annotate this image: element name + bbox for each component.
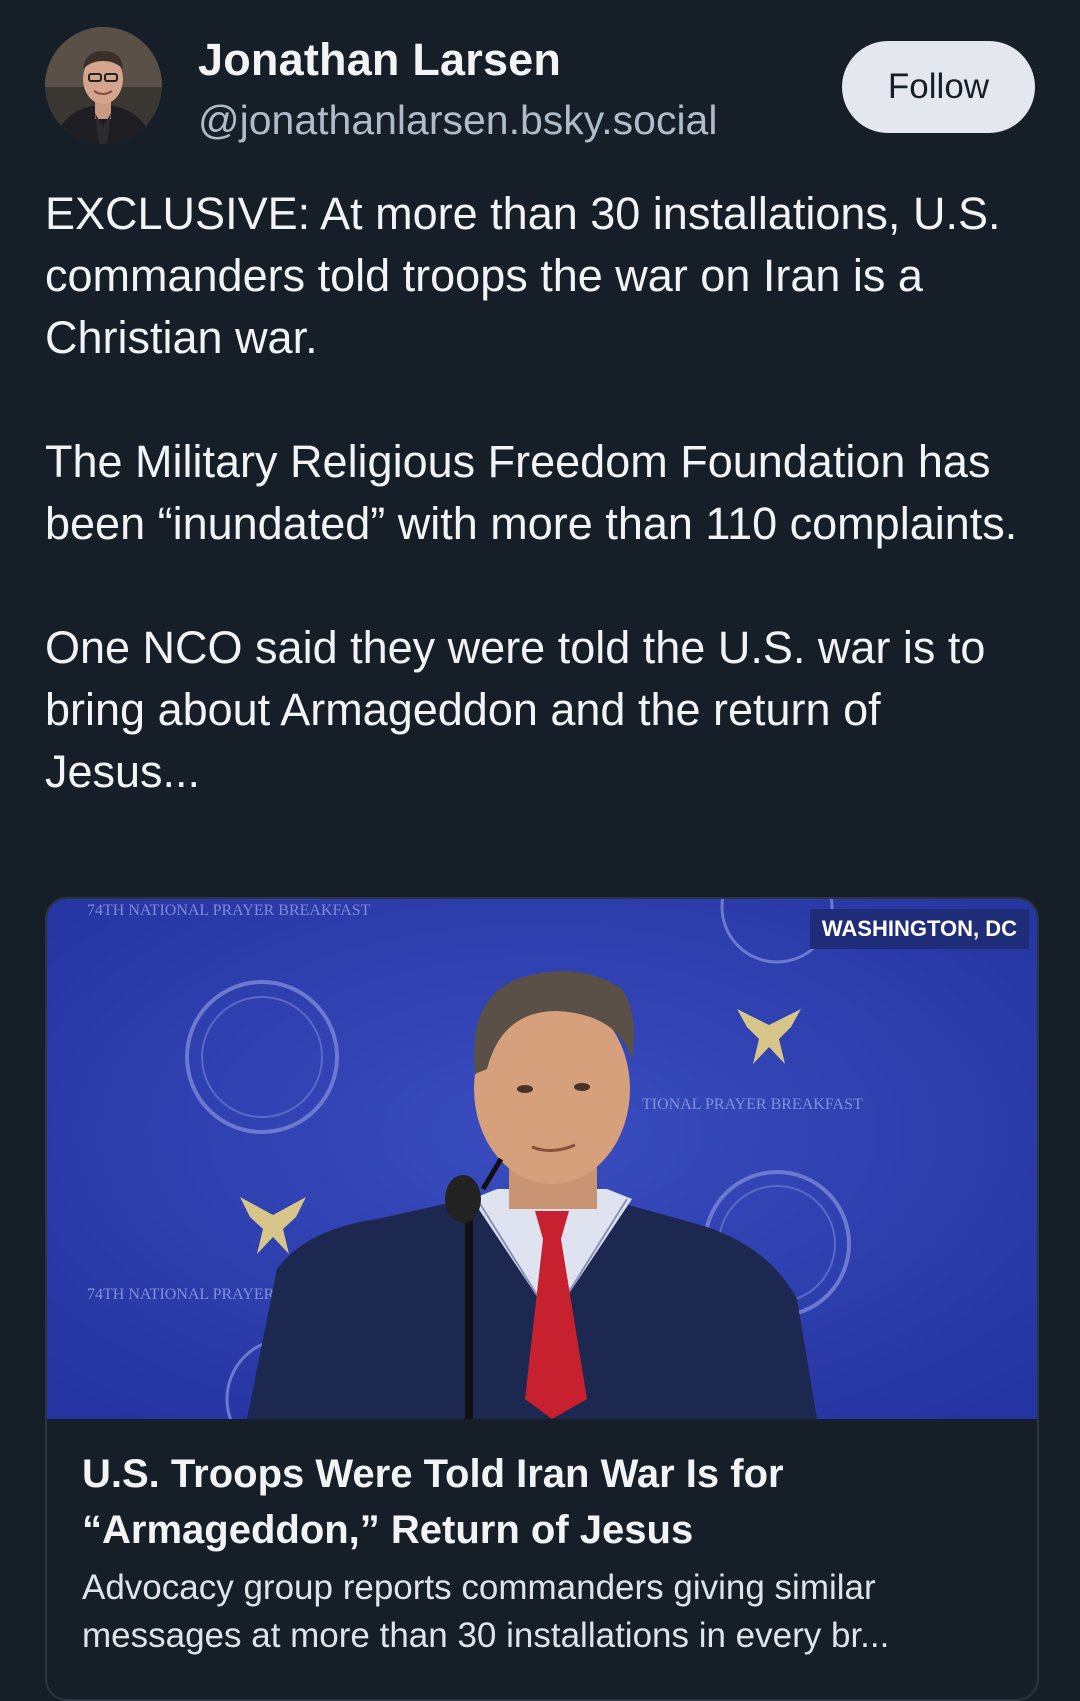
- svg-text:74TH NATIONAL PRAYER: 74TH NATIONAL PRAYER: [87, 1286, 275, 1303]
- svg-text:TIONAL PRAYER BREAKFAST: TIONAL PRAYER BREAKFAST: [642, 1096, 863, 1113]
- link-card[interactable]: 74TH NATIONAL PRAYER BREAKFAST TIONAL PR…: [45, 897, 1039, 1701]
- press-conference-photo-icon: 74TH NATIONAL PRAYER BREAKFAST TIONAL PR…: [47, 899, 1037, 1419]
- post-text: EXCLUSIVE: At more than 30 installations…: [45, 183, 1045, 865]
- link-card-image[interactable]: 74TH NATIONAL PRAYER BREAKFAST TIONAL PR…: [47, 899, 1037, 1419]
- link-card-description: Advocacy group reports commanders giving…: [82, 1568, 890, 1655]
- svg-text:74TH NATIONAL PRAYER BREAKFAST: 74TH NATIONAL PRAYER BREAKFAST: [87, 902, 371, 919]
- post-paragraph: One NCO said they were told the U.S. war…: [45, 622, 986, 797]
- location-tag: WASHINGTON, DC: [809, 909, 1029, 949]
- follow-button[interactable]: Follow: [842, 41, 1035, 133]
- link-card-title[interactable]: U.S. Troops Were Told Iran War Is for “A…: [82, 1446, 1002, 1558]
- author-handle[interactable]: @jonathanlarsen.bsky.social: [198, 97, 717, 144]
- post[interactable]: Jonathan Larsen @jonathanlarsen.bsky.soc…: [0, 0, 1080, 1701]
- author-avatar[interactable]: [45, 27, 162, 144]
- post-paragraph: The Military Religious Freedom Foundatio…: [45, 436, 1018, 549]
- author-name[interactable]: Jonathan Larsen: [198, 34, 561, 86]
- post-paragraph: EXCLUSIVE: At more than 30 installations…: [45, 188, 1001, 363]
- avatar-photo-icon: [45, 27, 162, 144]
